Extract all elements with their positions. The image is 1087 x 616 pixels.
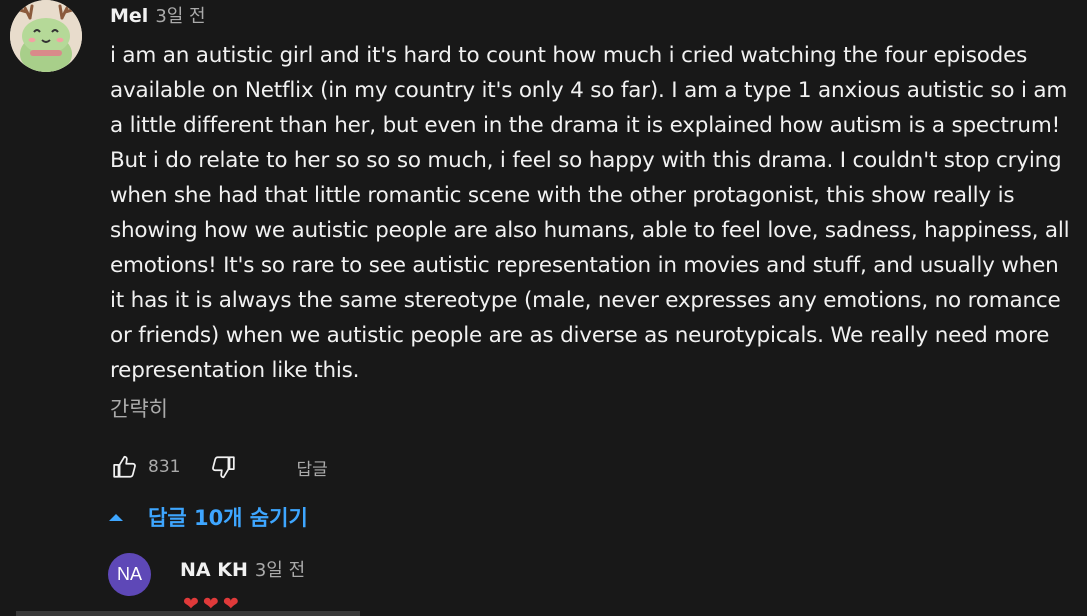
thumbs-up-icon — [113, 455, 136, 478]
reply-author-name[interactable]: NA KH — [180, 559, 248, 581]
comment-header: Mel 3일 전 — [110, 2, 206, 28]
thumbs-down-icon — [212, 456, 236, 479]
hide-replies-button[interactable]: 답글 10개 숨기기 — [108, 500, 308, 534]
comment-text: i am an autistic girl and it's hard to c… — [110, 43, 1070, 383]
reply-author-avatar[interactable]: NA — [108, 553, 151, 596]
deer-frog-avatar-icon — [10, 0, 82, 72]
like-count: 831 — [148, 457, 181, 477]
reply-button[interactable]: 답글 — [296, 455, 327, 480]
horizontal-scrollbar[interactable] — [16, 611, 360, 616]
dislike-button[interactable] — [206, 450, 240, 484]
author-avatar[interactable] — [10, 0, 82, 72]
caret-up-icon — [109, 514, 123, 521]
comment-actions: 831 답글 — [108, 450, 328, 484]
like-button[interactable] — [108, 450, 142, 484]
reply-timestamp[interactable]: 3일 전 — [255, 556, 305, 582]
read-less-button[interactable]: 간략히 — [110, 393, 168, 423]
hide-replies-label: 답글 10개 숨기기 — [148, 506, 308, 530]
reply-header: NA KH 3일 전 — [180, 556, 305, 582]
comment-timestamp[interactable]: 3일 전 — [155, 2, 205, 28]
author-name[interactable]: Mel — [110, 5, 148, 27]
reply-avatar-initials: NA — [116, 564, 142, 584]
comment-thread: Mel 3일 전 i am an autistic girl and it's … — [0, 0, 1087, 616]
